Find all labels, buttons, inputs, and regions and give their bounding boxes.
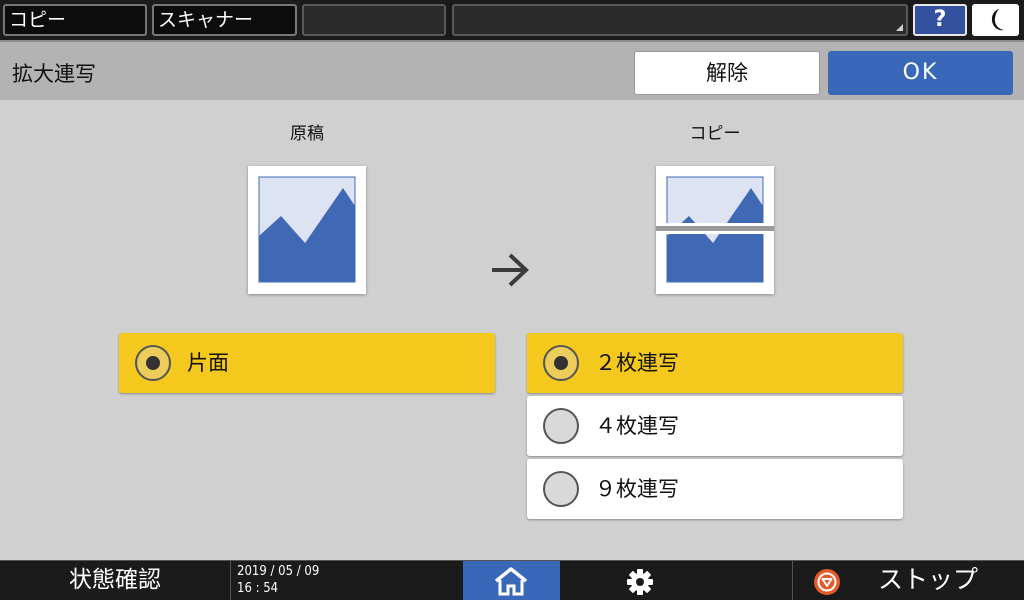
page-title: 拡大連写 [12, 62, 96, 86]
date-text: 2019 / 05 / 09 [237, 564, 320, 579]
expand-corner-icon [896, 24, 903, 31]
home-icon [494, 567, 528, 596]
radio-selected-icon [135, 345, 171, 381]
tab-empty[interactable] [302, 4, 446, 36]
copy-preview [656, 166, 774, 294]
option-4-copies[interactable]: ４枚連写 [527, 396, 903, 456]
stop-button[interactable]: ストップ [793, 561, 1024, 600]
time-text: 16 : 54 [237, 581, 279, 596]
option-2-copies-label: ２枚連写 [595, 351, 679, 375]
top-bar: コピー スキャナー ? [0, 0, 1024, 40]
settings-button[interactable] [560, 561, 793, 600]
option-4-copies-label: ４枚連写 [595, 414, 679, 438]
date-time: 2019 / 05 / 09 16 : 54 [230, 561, 463, 600]
option-9-copies[interactable]: ９枚連写 [527, 459, 903, 519]
stop-icon [814, 569, 840, 595]
status-check-button[interactable]: 状態確認 [0, 561, 230, 600]
home-button[interactable] [463, 561, 560, 600]
help-label: ? [933, 7, 947, 32]
original-image-icon [258, 176, 356, 283]
tab-copy-label: コピー [9, 9, 67, 31]
bottom-bar: 状態確認 2019 / 05 / 09 16 : 54 ストップ [0, 560, 1024, 600]
option-2-copies[interactable]: ２枚連写 [527, 333, 903, 393]
radio-selected-icon [543, 345, 579, 381]
tab-scanner[interactable]: スキャナー [152, 4, 297, 36]
original-preview [248, 166, 366, 294]
arrow-right-icon [492, 253, 529, 287]
tab-scanner-label: スキャナー [158, 9, 254, 31]
radio-unselected-icon [543, 471, 579, 507]
radio-unselected-icon [543, 408, 579, 444]
gear-icon [627, 569, 653, 595]
ok-button[interactable]: OK [828, 51, 1013, 95]
option-one-sided[interactable]: 片面 [119, 333, 495, 393]
stop-label: ストップ [878, 565, 979, 594]
copy-image-icon [656, 176, 774, 283]
tab-copy[interactable]: コピー [3, 4, 147, 36]
option-one-sided-label: 片面 [187, 351, 229, 375]
moon-icon [991, 9, 1004, 31]
option-9-copies-label: ９枚連写 [595, 477, 679, 501]
cancel-button[interactable]: 解除 [634, 51, 820, 95]
energy-saver-button[interactable] [972, 4, 1019, 36]
copy-label: コピー [689, 124, 741, 144]
help-button[interactable]: ? [913, 4, 967, 36]
tab-widget[interactable] [452, 4, 908, 36]
original-label: 原稿 [290, 124, 324, 144]
function-header: 拡大連写 解除 OK [0, 40, 1024, 100]
